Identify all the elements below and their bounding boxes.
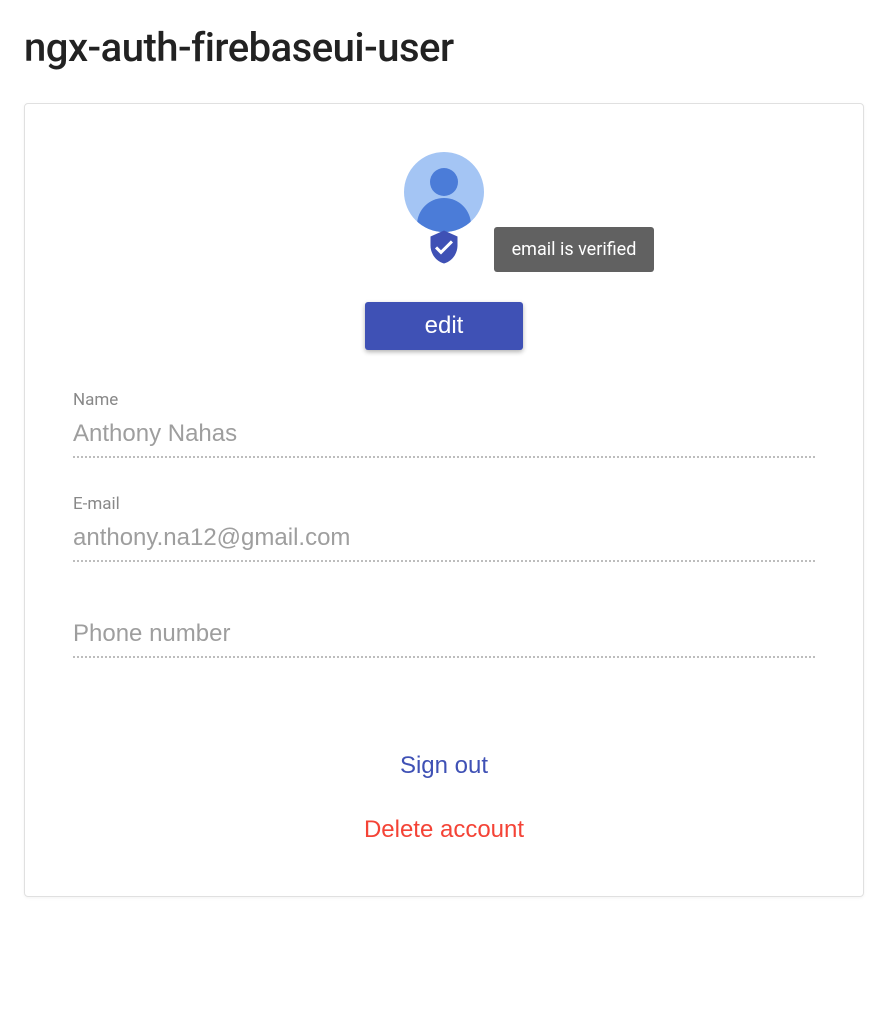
name-input[interactable]: [73, 416, 815, 458]
name-field: Name: [73, 390, 815, 458]
avatar-wrap: [404, 152, 484, 232]
verified-shield-icon: [426, 226, 462, 272]
page-title: ngx-auth-firebaseui-user: [24, 24, 864, 71]
actions: Sign out Delete account: [73, 748, 815, 848]
delete-account-button[interactable]: Delete account: [352, 812, 536, 848]
verified-badge-row: email is verified: [426, 226, 655, 272]
avatar-section: email is verified: [73, 152, 815, 272]
edit-button[interactable]: edit: [365, 302, 524, 350]
name-label: Name: [73, 390, 815, 410]
edit-row: edit: [73, 302, 815, 350]
sign-out-button[interactable]: Sign out: [388, 748, 500, 784]
verified-tooltip: email is verified: [494, 227, 655, 272]
avatar: [404, 152, 484, 232]
phone-input[interactable]: [73, 616, 815, 658]
email-field: E-mail: [73, 494, 815, 562]
email-label: E-mail: [73, 494, 815, 514]
phone-field: [73, 616, 815, 658]
user-card: email is verified edit Name E-mail Sign …: [24, 103, 864, 897]
email-input[interactable]: [73, 520, 815, 562]
